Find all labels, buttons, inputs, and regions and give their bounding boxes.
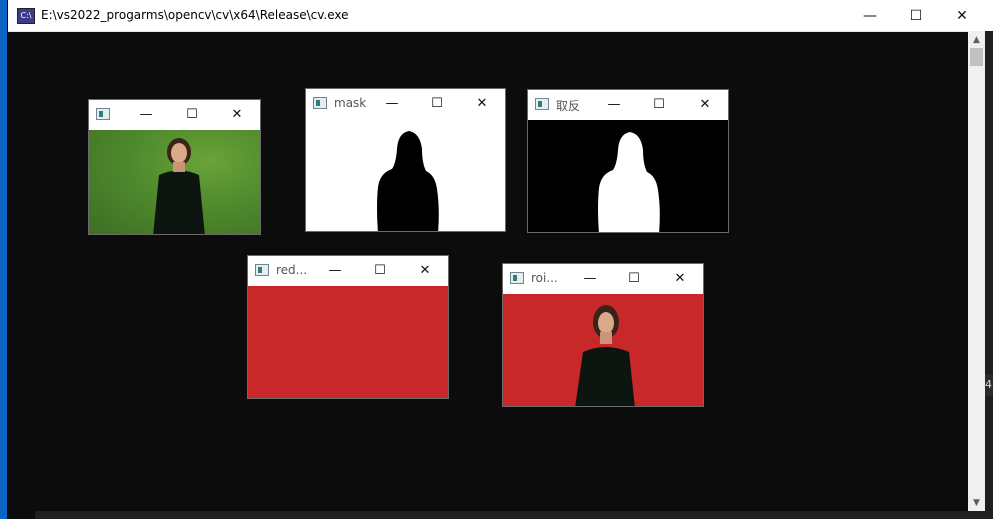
maximize-button[interactable]: ☐ bbox=[893, 0, 939, 31]
silhouette-white bbox=[598, 132, 660, 232]
cv-window-title: 取反 bbox=[556, 99, 581, 113]
minimize-icon[interactable]: — bbox=[580, 270, 600, 288]
cv-window-titlebar[interactable]: roi... — ☐ ✕ bbox=[503, 264, 703, 294]
silhouette-black bbox=[377, 131, 439, 231]
background-window-edge bbox=[985, 31, 993, 519]
opencv-window-icon bbox=[535, 98, 549, 110]
maximize-icon[interactable]: ☐ bbox=[370, 262, 390, 280]
close-icon[interactable]: ✕ bbox=[415, 262, 435, 280]
minimize-icon[interactable]: — bbox=[382, 95, 402, 113]
image-inverted bbox=[528, 120, 728, 232]
cv-window-title: roi... bbox=[531, 271, 558, 285]
cv-window-titlebar[interactable]: — ☐ ✕ bbox=[89, 100, 260, 130]
cv-window-mask[interactable]: mask — ☐ ✕ bbox=[305, 88, 506, 232]
console-titlebar[interactable]: C:\ E:\vs2022_progarms\opencv\cv\x64\Rel… bbox=[8, 0, 993, 32]
person-figure bbox=[153, 138, 205, 234]
cv-window-roi[interactable]: roi... — ☐ ✕ bbox=[502, 263, 704, 407]
maximize-icon[interactable]: ☐ bbox=[182, 106, 202, 124]
image-red bbox=[248, 286, 448, 398]
bottom-edge bbox=[35, 511, 993, 519]
close-button[interactable]: ✕ bbox=[939, 0, 985, 31]
scroll-up-arrow-icon[interactable]: ▲ bbox=[968, 31, 985, 48]
opencv-window-icon bbox=[96, 108, 110, 120]
image-mask bbox=[306, 119, 505, 231]
maximize-icon[interactable]: ☐ bbox=[427, 95, 447, 113]
close-icon[interactable]: ✕ bbox=[670, 270, 690, 288]
close-icon[interactable]: ✕ bbox=[695, 96, 715, 114]
minimize-button[interactable]: — bbox=[847, 0, 893, 31]
background-window-peek: 4 bbox=[985, 374, 993, 396]
cv-window-red[interactable]: red... — ☐ ✕ bbox=[247, 255, 449, 399]
taskbar-edge bbox=[0, 0, 7, 519]
console-window: C:\ E:\vs2022_progarms\opencv\cv\x64\Rel… bbox=[0, 0, 993, 519]
maximize-icon[interactable]: ☐ bbox=[624, 270, 644, 288]
opencv-window-icon bbox=[510, 272, 524, 284]
minimize-icon[interactable]: — bbox=[136, 106, 156, 124]
cv-window-original[interactable]: — ☐ ✕ bbox=[88, 99, 261, 235]
cv-window-inverted[interactable]: 取反 — ☐ ✕ bbox=[527, 89, 729, 233]
console-title: E:\vs2022_progarms\opencv\cv\x64\Release… bbox=[41, 8, 349, 22]
scroll-down-arrow-icon[interactable]: ▼ bbox=[968, 494, 985, 511]
opencv-window-icon bbox=[313, 97, 327, 109]
scrollbar-thumb[interactable] bbox=[970, 48, 983, 66]
image-roi bbox=[503, 294, 703, 406]
minimize-icon[interactable]: — bbox=[604, 96, 624, 114]
maximize-icon[interactable]: ☐ bbox=[649, 96, 669, 114]
close-icon[interactable]: ✕ bbox=[472, 95, 492, 113]
opencv-window-icon bbox=[255, 264, 269, 276]
cv-window-titlebar[interactable]: mask — ☐ ✕ bbox=[306, 89, 505, 119]
console-app-icon: C:\ bbox=[17, 8, 35, 24]
person-figure bbox=[575, 305, 635, 406]
cv-window-titlebar[interactable]: red... — ☐ ✕ bbox=[248, 256, 448, 286]
cv-window-titlebar[interactable]: 取反 — ☐ ✕ bbox=[528, 90, 728, 120]
cv-window-title: mask bbox=[334, 96, 367, 110]
cv-window-title: red... bbox=[276, 263, 308, 277]
close-icon[interactable]: ✕ bbox=[227, 106, 247, 124]
minimize-icon[interactable]: — bbox=[325, 262, 345, 280]
vertical-scrollbar[interactable]: ▲ ▼ bbox=[968, 31, 985, 511]
image-original bbox=[89, 130, 260, 234]
